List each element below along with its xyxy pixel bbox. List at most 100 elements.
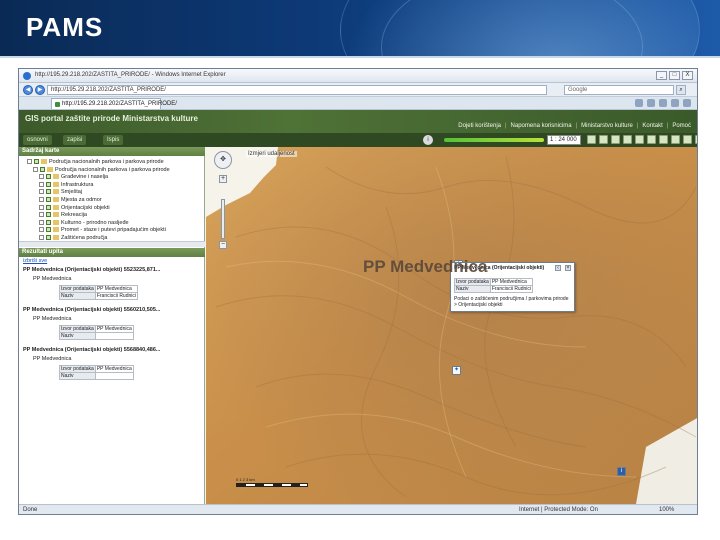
layer-tree-scrollbar[interactable] [19,241,205,247]
result-key: Naziv [59,332,96,340]
left-panel: Sadržaj karte Područja nacionalnih parko… [19,147,205,504]
expand-icon[interactable] [39,212,44,218]
popup-value: PP Medvednica [489,278,534,286]
expand-icon[interactable] [39,189,44,195]
layer-checkbox[interactable] [46,227,51,233]
page-icon[interactable] [671,99,679,107]
next-extent-icon[interactable] [671,135,680,144]
forward-icon[interactable]: ▶ [35,85,45,95]
zoom-out-icon[interactable]: − [219,241,227,249]
layer-label: Smještaj [61,189,83,196]
gis-portal: GIS portal zaštite prirode Ministarstva … [19,110,697,504]
scalebar-label: 0 1 2 3 km [236,477,255,482]
status-bar: Done Internet | Protected Mode: On 100% [19,504,697,514]
link-ministry[interactable]: Ministarstvo kulture [581,123,633,129]
measure-tool-icon[interactable] [635,135,644,144]
layer-label: Rekreacija [61,212,87,219]
layer-label: Kulturno - prirodno nasljeđe [61,219,129,226]
zoom-out-tool-icon[interactable] [599,135,608,144]
result-key: Izvor podataka [59,365,96,373]
browser-window: http://195.29.218.202/ZASTITA_PRIRODE/ -… [18,68,698,515]
map-marker-icon[interactable]: i [617,467,626,476]
link-help[interactable]: Pomoć [672,123,691,129]
layer-checkbox[interactable] [46,212,51,218]
popup-note[interactable]: Podaci o zaštićenim područjima / parkovi… [454,296,572,308]
result-title[interactable]: PP Medvednica (Orijentacijski objekti) 5… [23,307,160,313]
slide-title: PAMS [26,12,104,42]
expand-icon[interactable] [39,204,44,210]
search-icon[interactable]: ⌕ [676,85,686,95]
records-button[interactable]: zapisi [63,135,87,145]
link-terms[interactable]: Dojeti korištenja [458,123,501,129]
result-title[interactable]: PP Medvednica (Orijentacijski objekti) 5… [23,267,160,273]
popup-table: Izvor podataka PP Medvednica Naziv Francis… [454,278,534,293]
layer-checkbox[interactable] [46,189,51,195]
print-map-icon[interactable] [683,135,692,144]
folder-icon [53,227,59,233]
pan-tool-icon[interactable] [611,135,620,144]
clear-all-link[interactable]: izbriši sve [23,258,47,264]
popup-close-icon[interactable]: × [565,265,571,271]
link-contact[interactable]: Kontakt [642,123,662,129]
result-key: Izvor podataka [59,285,96,293]
result-value: PP Medvednica [94,365,134,373]
result-value: PP Medvednica [94,325,134,333]
layer-label: Područja nacionalnih parkova i parkova p… [55,166,170,173]
maximize-button[interactable]: □ [669,71,680,80]
expand-icon[interactable] [39,219,44,225]
layer-checkbox[interactable] [46,197,51,202]
layer-checkbox[interactable] [46,235,51,240]
zoom-in-tool-icon[interactable] [587,135,596,144]
zoom-in-icon[interactable]: + [219,175,227,183]
home-icon[interactable] [635,99,643,107]
layer-checkbox[interactable] [46,181,51,187]
browser-tab[interactable]: http://195.29.218.202/ZASTITA_PRIRODE/ [51,98,177,109]
layer-checkbox[interactable] [46,204,51,210]
folder-icon [53,174,59,180]
map-marker-icon[interactable]: ✦ [452,366,461,375]
link-notice[interactable]: Napomena korisnicima [511,123,572,129]
print-icon[interactable] [659,99,667,107]
tools-icon[interactable] [683,99,691,107]
zoom-level[interactable]: 100% [659,507,674,513]
previous-extent-icon[interactable] [659,135,668,144]
expand-icon[interactable] [27,159,32,164]
zoom-slider[interactable] [221,199,225,239]
expand-icon[interactable] [39,197,44,202]
result-title[interactable]: PP Medvednica (Orijentacijski objekti) 5… [23,347,160,353]
popup-nav-icon[interactable]: ‹ [555,265,561,271]
base-map-button[interactable]: osnovni [23,135,52,145]
slide-header: PAMS [0,0,720,56]
scale-slider[interactable] [444,138,544,142]
result-subtitle: PP Medvednica [33,316,72,322]
expand-icon[interactable] [39,181,44,187]
print-button[interactable]: Ispis [103,135,124,145]
feeds-icon[interactable] [647,99,655,107]
search-input[interactable]: Google [564,85,674,95]
result-table: Izvor podataka PP Medvednica Naziv [59,325,134,340]
layer-checkbox[interactable] [40,166,45,172]
results-panel-title: Rezultati upita [19,248,205,257]
layer-checkbox[interactable] [34,159,39,164]
popup-key: Naziv [454,285,491,293]
address-bar[interactable]: http://195.29.218.202/ZASTITA_PRIRODE/ [47,85,547,95]
minimize-button[interactable]: _ [656,71,667,80]
result-value: PP Medvednica [94,285,139,293]
help-tool-icon[interactable] [695,135,697,144]
pan-control-icon[interactable]: ✥ [214,151,232,169]
identify-tool-icon[interactable] [623,135,632,144]
expand-icon[interactable] [39,174,44,180]
expand-icon[interactable] [33,166,38,172]
map-tools [587,135,697,144]
full-extent-icon[interactable] [647,135,656,144]
scale-input[interactable]: 1 : 24 000 [547,135,581,145]
layer-checkbox[interactable] [46,174,51,180]
result-value: Franciscii Rudnici [94,292,139,300]
back-icon[interactable]: ◀ [23,85,33,95]
close-button[interactable]: X [682,71,693,80]
expand-icon[interactable] [39,235,44,240]
map-view[interactable]: Izmjeri udaljenost ✥ + − ✦ ✦ ✦ i PP Medv… [206,147,697,504]
info-icon[interactable]: i [423,135,433,145]
expand-icon[interactable] [39,227,44,233]
layer-checkbox[interactable] [46,219,51,225]
